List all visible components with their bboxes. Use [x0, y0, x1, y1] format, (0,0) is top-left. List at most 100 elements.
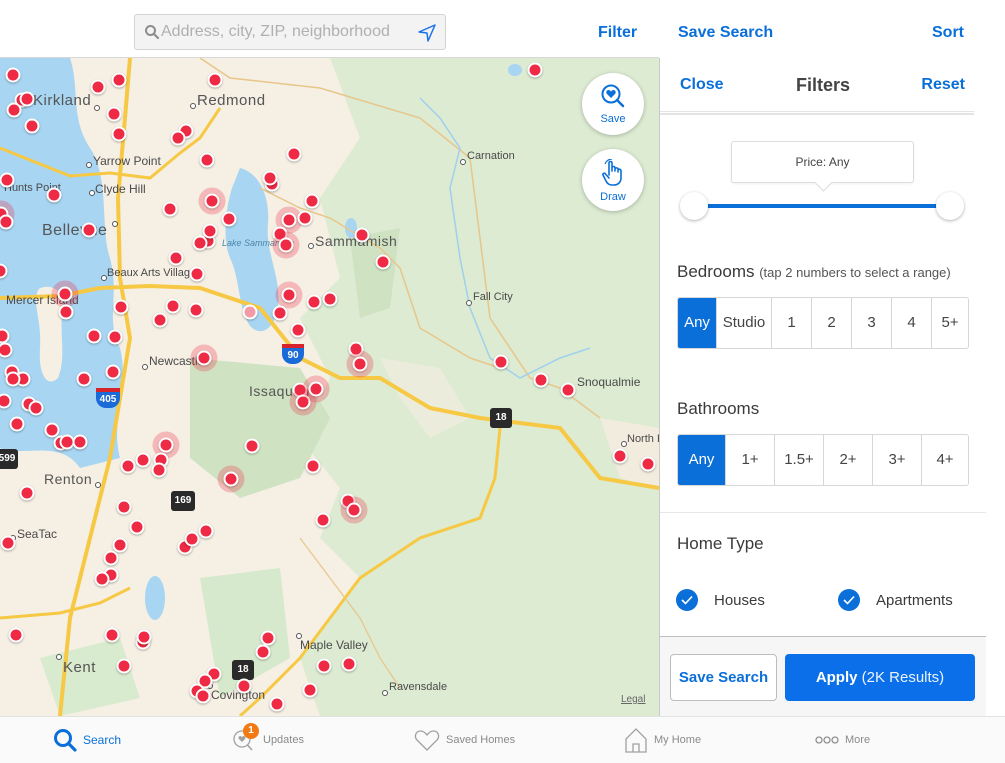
listing-pin[interactable]	[5, 67, 21, 83]
bed-option[interactable]: 2	[811, 298, 851, 348]
listing-pin[interactable]	[305, 458, 321, 474]
listing-pin[interactable]	[302, 682, 318, 698]
listing-pin[interactable]	[533, 372, 549, 388]
bath-option[interactable]: 4+	[921, 435, 968, 485]
listing-pin[interactable]	[9, 416, 25, 432]
listing-pin[interactable]	[19, 91, 35, 107]
listing-pin[interactable]	[316, 658, 332, 674]
bath-option[interactable]: 1.5+	[774, 435, 823, 485]
bath-option[interactable]: 3+	[872, 435, 921, 485]
listing-pin[interactable]	[278, 237, 294, 253]
listing-pin[interactable]	[196, 350, 212, 366]
listing-pin[interactable]	[223, 471, 239, 487]
sort-button[interactable]: Sort	[932, 24, 964, 42]
save-map-button[interactable]: Save	[582, 73, 644, 135]
listing-pin[interactable]	[640, 456, 656, 472]
listing-pin[interactable]	[5, 371, 21, 387]
reset-filters-button[interactable]: Reset	[921, 76, 965, 94]
listing-pin[interactable]	[46, 187, 62, 203]
listing-pin[interactable]	[116, 658, 132, 674]
listing-pin[interactable]	[184, 531, 200, 547]
listing-pin[interactable]	[281, 212, 297, 228]
tab-saved-homes[interactable]: Saved Homes	[414, 725, 515, 755]
current-location-icon[interactable]	[417, 23, 437, 43]
listing-pin[interactable]	[354, 227, 370, 243]
listing-pin[interactable]	[120, 458, 136, 474]
listing-pin[interactable]	[111, 126, 127, 142]
listing-pin[interactable]	[281, 287, 297, 303]
listing-pin[interactable]	[352, 356, 368, 372]
listing-pin[interactable]	[255, 644, 271, 660]
listing-pin[interactable]	[242, 304, 258, 320]
houses-checkbox[interactable]	[676, 589, 698, 611]
listing-pin[interactable]	[0, 172, 15, 188]
listing-pin[interactable]	[272, 305, 288, 321]
listing-pin[interactable]	[129, 519, 145, 535]
listing-pin[interactable]	[170, 130, 186, 146]
bed-option[interactable]: Any	[678, 298, 716, 348]
listing-pin[interactable]	[308, 381, 324, 397]
listing-pin[interactable]	[8, 627, 24, 643]
listing-pin[interactable]	[188, 302, 204, 318]
listing-pin[interactable]	[162, 201, 178, 217]
listing-pin[interactable]	[112, 537, 128, 553]
listing-pin[interactable]	[116, 499, 132, 515]
listing-pin[interactable]	[0, 535, 16, 551]
listing-pin[interactable]	[295, 394, 311, 410]
listing-pin[interactable]	[76, 371, 92, 387]
listing-pin[interactable]	[158, 437, 174, 453]
bed-option[interactable]: 1	[771, 298, 811, 348]
tab-search[interactable]: Search	[53, 725, 121, 755]
listing-pin[interactable]	[151, 462, 167, 478]
listing-pin[interactable]	[346, 502, 362, 518]
bed-option[interactable]: 5+	[931, 298, 968, 348]
listing-pin[interactable]	[304, 193, 320, 209]
listing-pin[interactable]	[81, 222, 97, 238]
search-input[interactable]	[161, 15, 411, 49]
listing-pin[interactable]	[260, 630, 276, 646]
listing-pin[interactable]	[165, 298, 181, 314]
tab-updates[interactable]: 1 Updates	[231, 722, 304, 755]
search-box[interactable]	[134, 14, 446, 50]
bath-option[interactable]: 1+	[725, 435, 774, 485]
draw-map-button[interactable]: Draw	[582, 149, 644, 211]
listing-pin[interactable]	[306, 294, 322, 310]
bed-option[interactable]: Studio	[716, 298, 771, 348]
listing-pin[interactable]	[105, 364, 121, 380]
listing-pin[interactable]	[6, 102, 22, 118]
listing-pin[interactable]	[375, 254, 391, 270]
map-view[interactable]: Kirkland Redmond Yarrow Point Hunts Poin…	[0, 58, 659, 716]
listing-pin[interactable]	[204, 193, 220, 209]
listing-pin[interactable]	[286, 146, 302, 162]
listing-pin[interactable]	[106, 106, 122, 122]
bed-option[interactable]: 3	[851, 298, 891, 348]
listing-pin[interactable]	[113, 299, 129, 315]
price-min-handle[interactable]	[680, 192, 708, 220]
listing-pin[interactable]	[135, 452, 151, 468]
apply-filters-button[interactable]: Apply (2K Results)	[785, 654, 975, 701]
listing-pin[interactable]	[348, 341, 364, 357]
listing-pin[interactable]	[207, 72, 223, 88]
listing-pin[interactable]	[560, 382, 576, 398]
price-max-handle[interactable]	[936, 192, 964, 220]
footer-save-search-button[interactable]: Save Search	[670, 654, 777, 701]
listing-pin[interactable]	[262, 170, 278, 186]
legal-link[interactable]: Legal	[621, 694, 645, 705]
listing-pin[interactable]	[315, 512, 331, 528]
listing-pin[interactable]	[290, 322, 306, 338]
listing-pin[interactable]	[136, 629, 152, 645]
listing-pin[interactable]	[493, 354, 509, 370]
listing-pin[interactable]	[94, 571, 110, 587]
listing-pin[interactable]	[90, 79, 106, 95]
listing-pin[interactable]	[57, 286, 73, 302]
apartments-checkbox[interactable]	[838, 589, 860, 611]
price-range-track[interactable]	[694, 204, 950, 208]
listing-pin[interactable]	[244, 438, 260, 454]
listing-pin[interactable]	[198, 523, 214, 539]
bed-option[interactable]: 4	[891, 298, 931, 348]
listing-pin[interactable]	[195, 688, 211, 704]
listing-pin[interactable]	[104, 627, 120, 643]
listing-pin[interactable]	[297, 210, 313, 226]
listing-pin[interactable]	[107, 329, 123, 345]
listing-pin[interactable]	[111, 72, 127, 88]
